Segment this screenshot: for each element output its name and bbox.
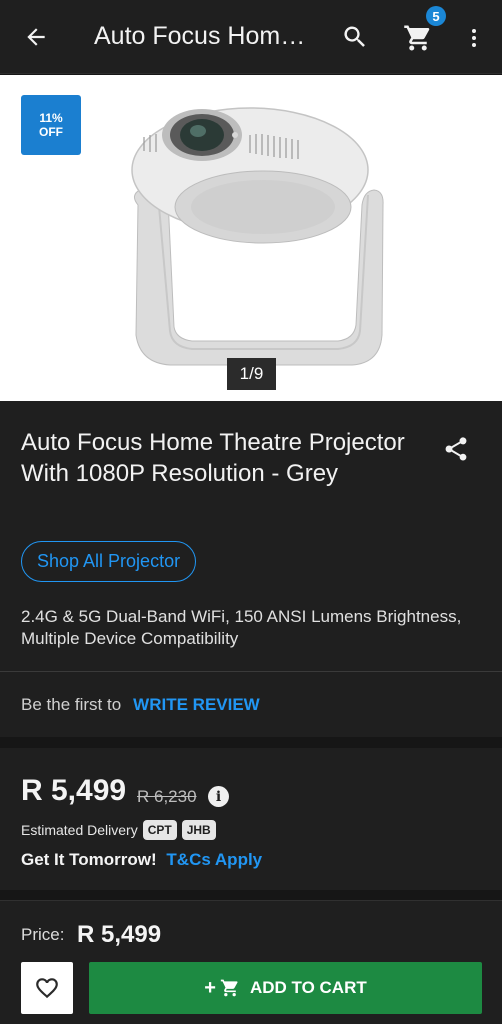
- info-icon[interactable]: i: [208, 786, 229, 807]
- product-description: 2.4G & 5G Dual-Band WiFi, 150 ANSI Lumen…: [21, 607, 462, 648]
- delivery-promise: Get It Tomorrow! T&Cs Apply: [21, 850, 262, 870]
- discount-percent: 11%: [39, 111, 63, 125]
- cart-icon[interactable]: [400, 20, 436, 56]
- shop-all-button[interactable]: Shop All Projector: [21, 541, 197, 582]
- estimated-delivery-label: Estimated Delivery: [21, 822, 138, 838]
- discount-label: OFF: [39, 125, 63, 139]
- product-title: Auto Focus Home Theatre Projector With 1…: [21, 429, 405, 487]
- estimated-delivery: Estimated Delivery CPT JHB: [21, 820, 216, 840]
- plus-icon: +: [204, 976, 216, 999]
- more-vert-icon[interactable]: [462, 20, 486, 56]
- bottom-action-bar: Price: R 5,499 + ADD TO CART: [0, 900, 502, 1024]
- cart-icon: [220, 978, 240, 998]
- price-label: Price:: [21, 925, 65, 944]
- price-value: R 5,499: [77, 921, 162, 948]
- share-icon[interactable]: [440, 433, 472, 465]
- divider: [0, 671, 502, 672]
- wishlist-button[interactable]: [21, 962, 73, 1014]
- get-it-tomorrow-label: Get It Tomorrow!: [21, 850, 157, 869]
- write-review-link[interactable]: WRITE REVIEW: [133, 695, 260, 715]
- delivery-chip-cpt[interactable]: CPT: [142, 820, 177, 840]
- tcs-link[interactable]: T&Cs Apply: [166, 850, 262, 869]
- back-arrow-icon[interactable]: [18, 19, 54, 55]
- review-row: Be the first to WRITE REVIEW: [21, 695, 260, 715]
- pricing-section: R 5,499 R 6,230 i Estimated Delivery CPT…: [0, 748, 502, 890]
- cart-count-badge: 5: [426, 6, 446, 26]
- page-title: Auto Focus Home Theatre Projector With 1…: [94, 22, 314, 50]
- image-counter: 1/9: [227, 358, 276, 390]
- review-prompt: Be the first to: [21, 695, 122, 714]
- discount-badge: 11% OFF: [21, 95, 81, 155]
- add-to-cart-label: ADD TO CART: [249, 978, 367, 997]
- product-image-gallery[interactable]: 11% OFF 1/9: [0, 75, 502, 401]
- product-info-section: Auto Focus Home Theatre Projector With 1…: [0, 401, 502, 737]
- add-to-cart-button[interactable]: + ADD TO CART: [89, 962, 482, 1014]
- product-image: [131, 107, 384, 366]
- app-bar: Auto Focus Home Theatre Projector With 1…: [0, 0, 502, 74]
- original-price: R 6,230: [137, 787, 197, 806]
- delivery-chip-jhb[interactable]: JHB: [181, 820, 216, 840]
- heart-icon: [36, 978, 58, 999]
- current-price: R 5,499: [21, 774, 127, 807]
- search-icon[interactable]: [338, 20, 372, 54]
